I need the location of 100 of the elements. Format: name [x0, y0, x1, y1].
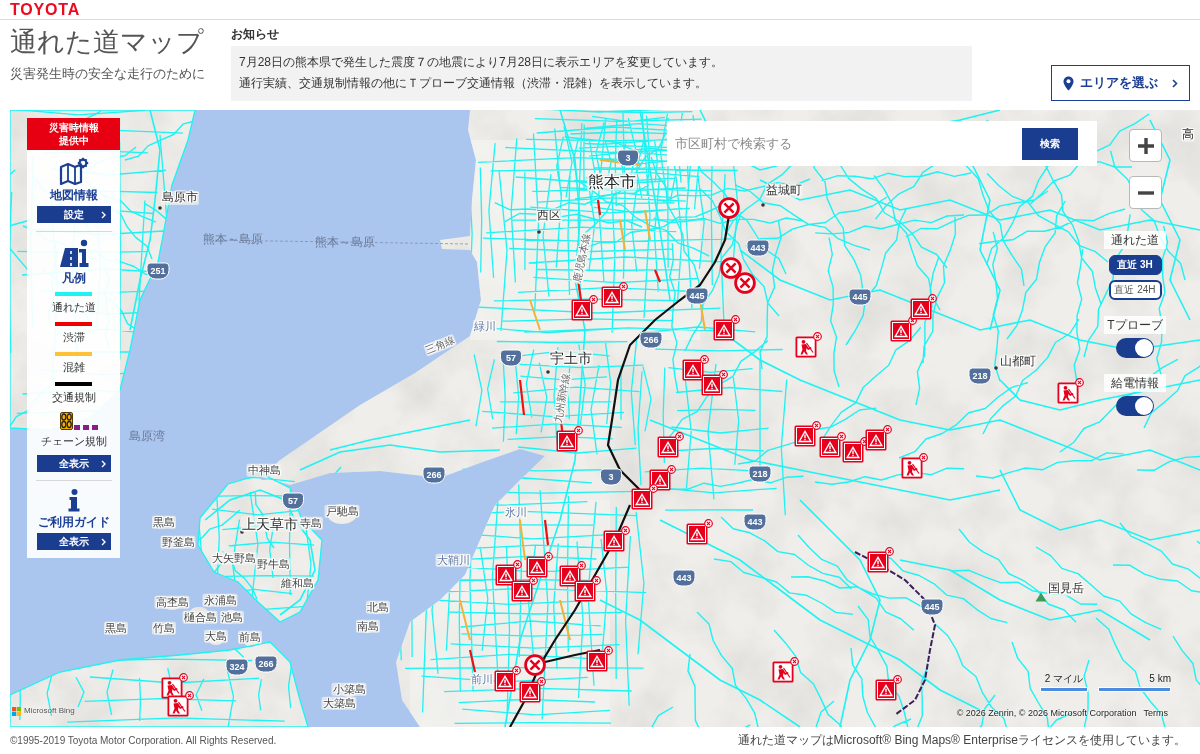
island-name: 黒島: [104, 621, 128, 635]
island-name: 竹島: [152, 621, 176, 635]
island-name: 前島: [238, 630, 262, 644]
scale-label: 2 マイル: [1043, 673, 1085, 685]
city-name: 上天草市: [241, 515, 299, 533]
tire-chain-icon: [59, 412, 73, 430]
toggle-label: Tプローブ: [1104, 316, 1166, 334]
roadwork-icon[interactable]: [161, 673, 188, 699]
warning-sign-icon[interactable]: [875, 675, 902, 701]
warning-sign-icon[interactable]: [686, 519, 713, 545]
road-closed-icon[interactable]: [720, 257, 742, 279]
island-name: 大築島: [321, 696, 357, 710]
district-name: 西区: [536, 209, 562, 223]
island-name: 大島: [204, 629, 228, 643]
toggle-label: 給電情報: [1104, 374, 1166, 392]
roadwork-icon[interactable]: [901, 453, 928, 479]
warning-sign-icon[interactable]: [657, 432, 684, 458]
warning-sign-icon[interactable]: [574, 576, 601, 602]
warning-sign-icon[interactable]: [526, 552, 553, 578]
guide-title: ご利用ガイド: [37, 515, 110, 529]
warning-sign-icon[interactable]: [794, 421, 821, 447]
warning-sign-icon[interactable]: [511, 576, 538, 602]
roadwork-icon[interactable]: [1057, 378, 1084, 404]
legend-label: 渋滞: [62, 330, 85, 345]
notice-text: 7月28日の熊本県で発生した震度７の地震により7月28日に表示エリアを変更しています。: [239, 54, 725, 71]
time-range-option[interactable]: 直近 3H: [1108, 255, 1162, 275]
legend-label: 通れた道: [51, 300, 96, 315]
show-all-button[interactable]: 全表示: [36, 455, 111, 472]
chevron-icon: [101, 537, 106, 546]
island-name: 大矢野島: [211, 551, 257, 565]
search-field[interactable]: 市区町村で検索する 検索: [667, 121, 1097, 166]
legend-label: 混雑: [62, 360, 85, 375]
roadwork-icon[interactable]: [167, 691, 194, 717]
warning-sign-icon[interactable]: [559, 561, 586, 587]
copyright-text: ©1995-2019 Toyota Motor Corporation. All Rights Reserved.: [10, 733, 277, 748]
town-name: 益城町: [765, 184, 803, 198]
island-name: 寺島: [299, 516, 323, 530]
layer-title: 通れた道: [1104, 231, 1166, 249]
island-name: 池島: [220, 610, 244, 624]
road-closed-icon[interactable]: [718, 197, 740, 219]
warning-sign-icon[interactable]: [682, 355, 709, 381]
island-name: 戸馳島: [324, 504, 360, 518]
island-name: 永浦島: [202, 593, 238, 607]
legend-label: 交通規制: [51, 390, 96, 405]
island-name: 樋合島: [182, 610, 218, 624]
warning-sign-icon[interactable]: [556, 426, 583, 452]
island-name: 野牛島: [255, 557, 291, 571]
warning-sign-icon[interactable]: [519, 677, 546, 703]
warning-sign-icon[interactable]: [571, 295, 598, 321]
warning-sign-icon[interactable]: [865, 425, 892, 451]
warning-sign-icon[interactable]: [649, 465, 676, 491]
city-name: 宇土市: [549, 349, 593, 367]
road-closed-icon[interactable]: [734, 272, 756, 294]
town-name: 島原市: [161, 191, 199, 205]
warning-sign-icon[interactable]: [842, 437, 869, 463]
toggle-switch[interactable]: [1116, 338, 1154, 358]
zoom-in-button[interactable]: [1129, 129, 1162, 162]
notice-text: 通行実績、交通規制情報の他にＴプローブ交通情報（渋滞・混雑）を表示しています。: [239, 75, 708, 92]
road-info-icon: [58, 239, 89, 268]
island-name: 南島: [356, 619, 380, 633]
plus-icon: [1137, 137, 1154, 154]
island-name: 中神島: [246, 463, 282, 477]
warning-sign-icon[interactable]: [713, 315, 740, 341]
warning-sign-icon[interactable]: [603, 526, 630, 552]
time-range-option[interactable]: 直近 24H: [1108, 280, 1162, 300]
roadwork-icon[interactable]: [795, 332, 822, 358]
warning-sign-icon[interactable]: [494, 666, 521, 692]
scale-bar: [1040, 687, 1088, 692]
toyota-logo[interactable]: TOYOTA: [10, 0, 80, 19]
legend-title: 凡例: [61, 271, 86, 285]
show-all-button[interactable]: 全表示: [36, 533, 111, 550]
select-area-button[interactable]: エリアを選ぶ: [1051, 65, 1190, 101]
map-gear-icon: [58, 157, 89, 185]
warning-sign-icon[interactable]: [910, 294, 937, 320]
mountain-icon: [1035, 592, 1047, 602]
settings-button[interactable]: 設定: [36, 206, 111, 223]
page-subtitle: 災害発生時の安全な走行のために: [10, 66, 206, 81]
scale-label: 5 km: [1148, 673, 1171, 685]
map-pin-icon: [1063, 75, 1074, 91]
warning-sign-icon[interactable]: [601, 282, 628, 308]
warning-sign-icon[interactable]: [701, 370, 728, 396]
warning-sign-icon[interactable]: [819, 432, 846, 458]
road-closed-icon[interactable]: [524, 654, 546, 676]
info-icon: [67, 489, 80, 512]
chevron-icon: [1172, 78, 1178, 88]
warning-sign-icon[interactable]: [631, 484, 658, 510]
chevron-icon: [101, 459, 106, 468]
legend-label: チェーン規制: [40, 434, 107, 449]
warning-sign-icon[interactable]: [867, 547, 894, 573]
zoom-out-button[interactable]: [1129, 176, 1162, 209]
warning-sign-icon[interactable]: [586, 646, 613, 672]
search-button[interactable]: 検索: [1022, 127, 1078, 160]
island-name: 黒島: [152, 515, 176, 529]
toggle-switch[interactable]: [1116, 396, 1154, 416]
roadwork-icon[interactable]: [772, 657, 799, 683]
warning-sign-icon[interactable]: [890, 316, 917, 342]
warning-sign-icon[interactable]: [495, 560, 522, 586]
four-squares-icon: [12, 706, 21, 716]
river-name: 緑川: [473, 319, 497, 333]
river-name: 大鞘川: [435, 553, 471, 567]
